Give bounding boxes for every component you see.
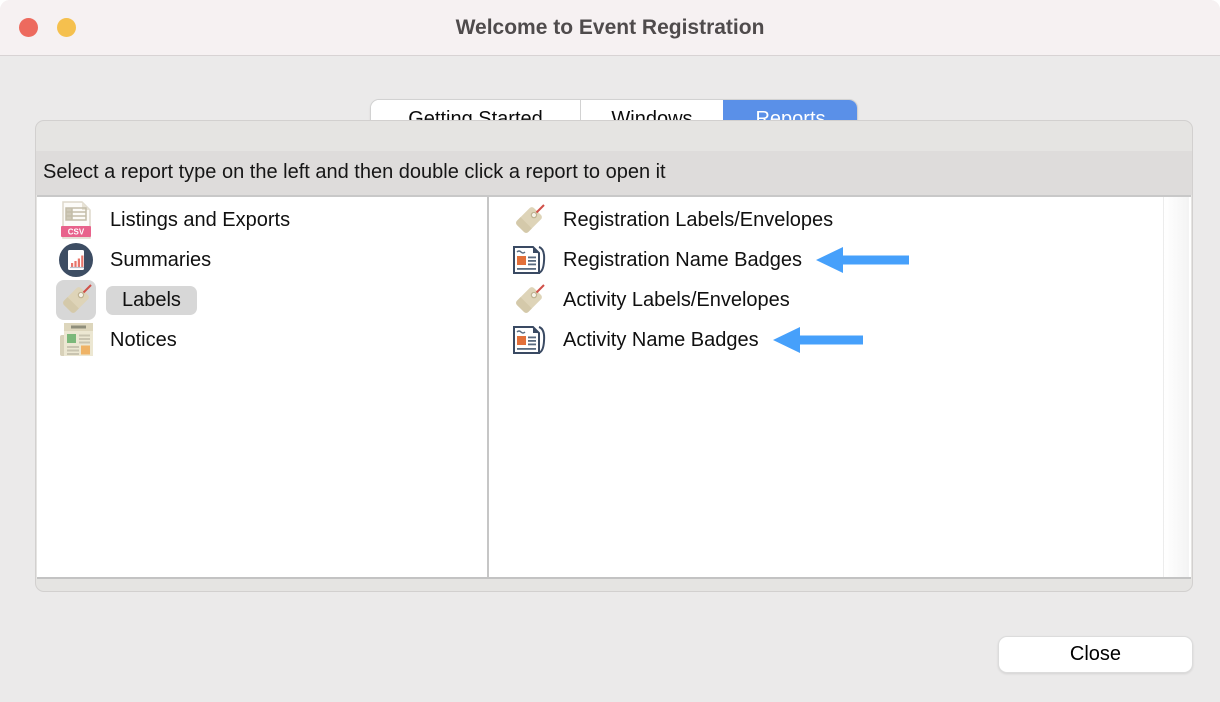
- scrollbar-track[interactable]: [1163, 197, 1189, 577]
- highlight-arrow-icon: [816, 247, 909, 273]
- report-list: Registration Labels/Envelopes: [489, 197, 1189, 577]
- report-label: Registration Labels/Envelopes: [563, 209, 833, 232]
- instruction-text: Select a report type on the left and the…: [43, 161, 666, 184]
- titlebar: Welcome to Event Registration: [0, 0, 1220, 56]
- report-label: Activity Labels/Envelopes: [563, 289, 790, 312]
- report-type-list: CSV Listings and Exports: [37, 197, 487, 577]
- report-type-label: Listings and Exports: [110, 209, 290, 232]
- welcome-dialog: Welcome to Event Registration Getting St…: [0, 0, 1220, 702]
- reports-panel: Select a report type on the left and the…: [35, 120, 1193, 592]
- report-row-activity-labels[interactable]: Activity Labels/Envelopes: [489, 280, 1189, 320]
- csv-document-icon: CSV: [59, 201, 93, 239]
- report-type-row-listings[interactable]: CSV Listings and Exports: [37, 200, 487, 240]
- highlight-arrow-icon: [773, 327, 863, 353]
- tag-icon: [511, 282, 547, 318]
- report-type-row-labels[interactable]: Labels: [37, 280, 487, 320]
- close-button[interactable]: Close: [998, 636, 1193, 673]
- tag-icon: [58, 282, 94, 318]
- report-label: Registration Name Badges: [563, 249, 802, 272]
- report-label: Activity Name Badges: [563, 329, 759, 352]
- report-lists: CSV Listings and Exports: [37, 195, 1191, 579]
- report-type-row-notices[interactable]: Notices: [37, 320, 487, 360]
- report-row-registration-name-badges[interactable]: Registration Name Badges: [489, 240, 1189, 280]
- newspaper-icon: [57, 321, 95, 359]
- report-row-activity-name-badges[interactable]: Activity Name Badges: [489, 320, 1189, 360]
- summary-chart-icon: [58, 242, 94, 278]
- report-type-row-summaries[interactable]: Summaries: [37, 240, 487, 280]
- window-title: Welcome to Event Registration: [0, 0, 1220, 56]
- name-badge-icon: [511, 243, 547, 277]
- tag-icon: [511, 202, 547, 238]
- report-row-registration-labels[interactable]: Registration Labels/Envelopes: [489, 200, 1189, 240]
- name-badge-icon: [511, 323, 547, 357]
- svg-text:CSV: CSV: [68, 228, 85, 237]
- report-type-label: Labels: [106, 286, 197, 315]
- report-type-label: Summaries: [110, 249, 211, 272]
- report-type-label: Notices: [110, 329, 177, 352]
